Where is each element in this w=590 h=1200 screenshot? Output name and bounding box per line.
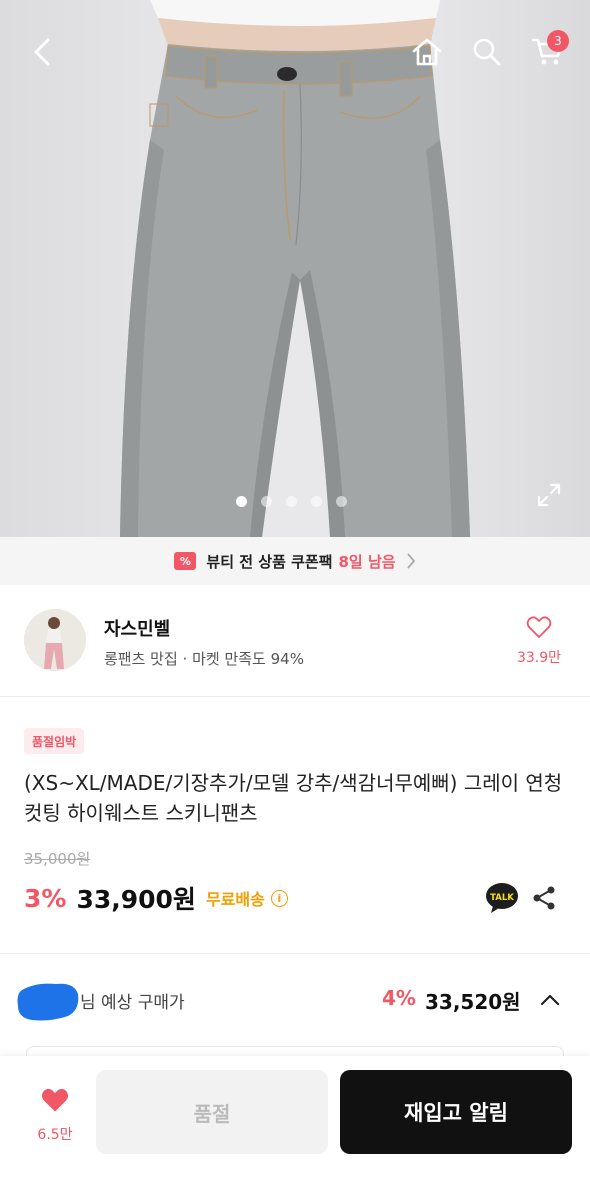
home-icon: [412, 38, 442, 66]
coupon-icon: %: [174, 552, 197, 570]
restock-alert-button[interactable]: 재입고 알림: [340, 1070, 572, 1154]
soldout-imminent-badge: 품절임박: [24, 728, 85, 754]
section-divider: [0, 953, 590, 954]
coupon-text: 뷰티 전 상품 쿠폰팩: [206, 552, 333, 571]
free-shipping-label[interactable]: 무료배송 i: [206, 886, 288, 910]
expand-icon: [537, 483, 561, 507]
share-icon: [533, 886, 555, 910]
seller-like-button[interactable]: 33.9만: [505, 615, 573, 667]
price-row: 3% 33,900원 무료배송 i: [24, 880, 288, 916]
kakao-talk-button[interactable]: TALK: [485, 882, 519, 914]
gallery-dot[interactable]: [286, 496, 297, 507]
share-button[interactable]: [528, 882, 560, 914]
soldout-button: 품절: [96, 1070, 328, 1154]
wishlist-count: 6.5만: [37, 1127, 73, 1143]
seller-avatar: [24, 609, 86, 671]
wishlist-button[interactable]: 6.5만: [22, 1086, 88, 1144]
member-name-redaction: [17, 983, 79, 1021]
bottom-action-bar: 6.5만 품절 재입고 알림: [0, 1056, 590, 1200]
info-icon: i: [270, 889, 288, 907]
chevron-up-icon: [540, 994, 560, 1006]
heart-outline-icon: [526, 616, 552, 638]
home-button[interactable]: [406, 30, 448, 74]
search-icon: [473, 38, 501, 66]
seller-like-count: 33.9만: [516, 650, 562, 666]
shipping-text: 무료배송: [205, 890, 265, 909]
expected-price-toggle[interactable]: [536, 986, 564, 1014]
chevron-right-icon: [406, 553, 415, 569]
expand-image-button[interactable]: [530, 476, 568, 514]
expected-price-label: 님 예상 구매가: [80, 993, 185, 1013]
expected-discount: 4%: [382, 986, 416, 1010]
sale-price: 33,900원: [76, 885, 196, 914]
gallery-dot[interactable]: [311, 496, 322, 507]
search-button[interactable]: [466, 30, 508, 74]
coupon-remaining: 8일 남음: [338, 552, 396, 571]
original-price: 35,000원: [24, 850, 91, 868]
back-button[interactable]: [22, 30, 62, 74]
gallery-pagination: [236, 496, 347, 507]
seller-description: 롱팬츠 맛집 · 마켓 만족도 94%: [104, 650, 304, 668]
discount-rate: 3%: [24, 883, 67, 913]
kakao-talk-icon: TALK: [486, 883, 518, 913]
seller-info[interactable]: 자스민벨 롱팬츠 맛집 · 마켓 만족도 94% 33.9만: [0, 585, 590, 697]
gallery-dot[interactable]: [236, 496, 247, 507]
expected-price: 33,520원: [425, 990, 521, 1014]
seller-name: 자스민벨: [104, 619, 171, 640]
back-arrow-icon: [34, 38, 50, 66]
product-title: (XS~XL/MADE/기장추가/모델 강추/색감너무예뻐) 그레이 연청 컷팅…: [24, 771, 563, 825]
gallery-dot[interactable]: [336, 496, 347, 507]
cart-count-badge: 3: [547, 30, 569, 52]
heart-filled-icon: [41, 1088, 69, 1112]
kakao-talk-label: TALK: [490, 893, 514, 903]
product-image-gallery[interactable]: 3: [0, 0, 590, 537]
jeans-photo: [120, 0, 470, 537]
coupon-banner[interactable]: % 뷰티 전 상품 쿠폰팩 8일 남음: [0, 537, 590, 585]
gallery-dot[interactable]: [261, 496, 272, 507]
